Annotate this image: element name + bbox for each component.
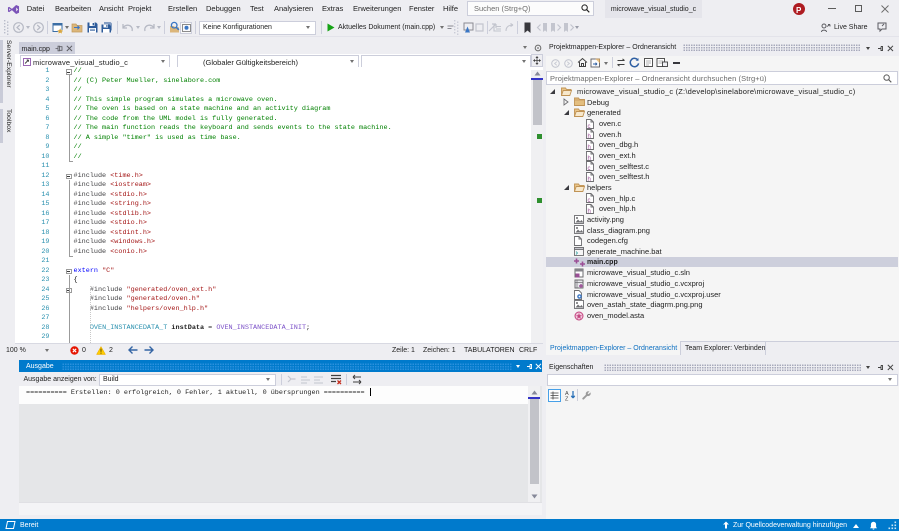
svg-text:c: c	[588, 198, 591, 203]
svg-text:h: h	[588, 209, 591, 214]
svg-text:c: c	[588, 123, 591, 128]
svg-text:h: h	[588, 134, 591, 139]
svg-text:h: h	[588, 177, 591, 182]
svg-text:h: h	[588, 145, 591, 150]
svg-text:c: c	[588, 166, 591, 171]
svg-text:h: h	[588, 155, 591, 160]
svg-text:Z: Z	[565, 397, 569, 402]
